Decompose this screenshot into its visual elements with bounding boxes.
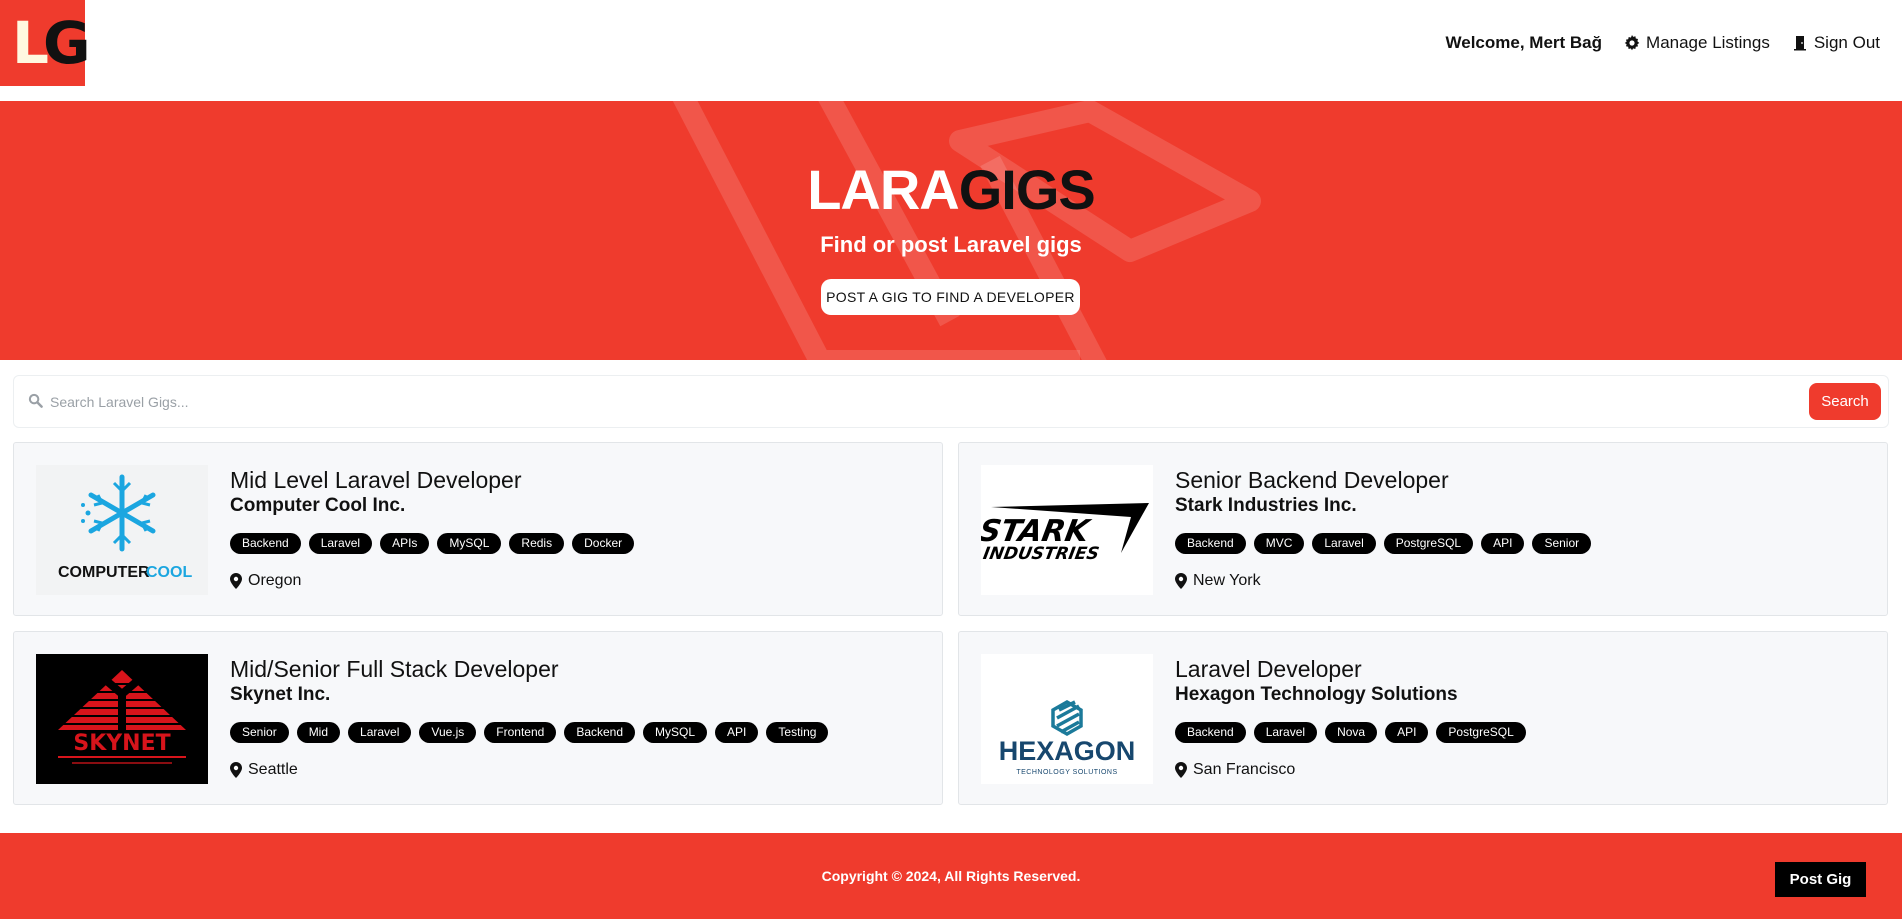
door-icon [1793, 36, 1806, 51]
sign-out-label: Sign Out [1813, 33, 1880, 52]
tag[interactable]: Senior [1532, 533, 1592, 554]
tag[interactable]: Docker [572, 533, 635, 554]
map-pin-icon [230, 762, 242, 778]
logo-text-tech-solutions: TECHNOLOGY SOLUTIONS [1016, 769, 1117, 776]
nav-links: Welcome, Mert Bağ Manage Listings Sign O… [1446, 33, 1880, 53]
tag[interactable]: Vue.js [419, 722, 477, 743]
tag[interactable]: APIs [380, 533, 430, 554]
tag[interactable]: PostgreSQL [1383, 533, 1474, 554]
logo-text: LG [12, 8, 91, 78]
manage-listings-link[interactable]: Manage Listings [1624, 33, 1770, 53]
logo-text-hexagon: HEXAGON [999, 736, 1136, 766]
location-text: Oregon [248, 572, 302, 589]
map-pin-icon [230, 573, 242, 589]
hexagon-logo-graphic: HEXAGON TECHNOLOGY SOLUTIONS [999, 699, 1136, 776]
laravel-watermark [672, 101, 1261, 360]
logo-text-industries: INDUSTRIES [982, 544, 1101, 564]
company-logo-skynet[interactable]: SKYNET [36, 654, 208, 784]
logo-text-cool: COOL [146, 564, 192, 581]
tag[interactable]: Laravel [348, 722, 412, 743]
welcome-text: Welcome, Mert Bağ [1445, 33, 1603, 52]
tag[interactable]: MySQL [437, 533, 502, 554]
tag[interactable]: API [1481, 533, 1525, 554]
tag[interactable]: Backend [564, 722, 636, 743]
tag[interactable]: Laravel [1312, 533, 1376, 554]
stark-logo-graphic: STARK INDUSTRIES [981, 503, 1149, 564]
map-pin-icon [1175, 573, 1187, 589]
logo-letter-l: L [12, 9, 49, 77]
snowflake-icon: COMPUTER COOL [58, 474, 192, 581]
listing-title-link[interactable]: Laravel Developer [1175, 656, 1362, 683]
footer: Copyright © 2024, All Rights Reserved. P… [0, 833, 1902, 919]
map-pin-icon [1175, 762, 1187, 778]
tag[interactable]: Laravel [308, 533, 373, 554]
tag[interactable]: Frontend [484, 722, 557, 743]
search-icon [28, 393, 43, 408]
hero-title-lara: LARA [807, 158, 960, 221]
post-gig-button[interactable]: Post Gig [1775, 862, 1866, 897]
listing-company: Hexagon Technology Solutions [1175, 684, 1458, 705]
company-logo-hexagon[interactable]: HEXAGON TECHNOLOGY SOLUTIONS [981, 654, 1153, 784]
listing-location: Oregon [230, 572, 301, 590]
logo-text-computer: COMPUTER [58, 564, 150, 581]
listing-company: Computer Cool Inc. [230, 495, 406, 516]
tag[interactable]: Senior [230, 722, 289, 743]
tag[interactable]: Redis [509, 533, 565, 554]
listing-tags: Backend Laravel Nova API PostgreSQL [1175, 722, 1526, 743]
listing-title-link[interactable]: Mid Level Laravel Developer [230, 467, 522, 494]
listing-location: Seattle [230, 761, 298, 779]
search-button[interactable]: Search [1809, 383, 1881, 420]
tag[interactable]: Nova [1325, 722, 1378, 743]
listing-title-link[interactable]: Mid/Senior Full Stack Developer [230, 656, 559, 683]
listing-card[interactable]: STARK INDUSTRIES Senior Backend Develope… [958, 442, 1888, 616]
hero-title-gigs: GIGS [958, 158, 1096, 221]
top-navbar: LG Welcome, Mert Bağ Manage Listings Sig… [0, 0, 1902, 101]
listing-card[interactable]: HEXAGON TECHNOLOGY SOLUTIONS Laravel Dev… [958, 631, 1888, 805]
hero-banner: LARAGIGS Find or post Laravel gigs POST … [0, 101, 1902, 360]
site-logo[interactable]: LG [0, 0, 91, 86]
tag[interactable]: MVC [1253, 533, 1305, 554]
listing-title-link[interactable]: Senior Backend Developer [1175, 467, 1449, 494]
company-logo-stark[interactable]: STARK INDUSTRIES [981, 465, 1153, 595]
logo-letter-g: G [42, 9, 91, 77]
listing-tags: Backend MVC Laravel PostgreSQL API Senio… [1175, 533, 1592, 554]
tag[interactable]: Backend [230, 533, 301, 554]
listing-company: Skynet Inc. [230, 684, 331, 705]
tag[interactable]: API [1385, 722, 1429, 743]
sign-out-link[interactable]: Sign Out [1792, 33, 1880, 53]
manage-listings-label: Manage Listings [1646, 33, 1770, 52]
location-text: Seattle [248, 761, 298, 778]
hero-title: LARAGIGS [0, 157, 1902, 222]
search-bar: Search [13, 375, 1889, 428]
tag[interactable]: Mid [296, 722, 341, 743]
hero-subtitle: Find or post Laravel gigs [820, 232, 1082, 257]
listing-company: Stark Industries Inc. [1175, 495, 1357, 516]
location-text: San Francisco [1193, 761, 1296, 778]
tag[interactable]: PostgreSQL [1436, 722, 1526, 743]
logo-text-skynet: SKYNET [73, 731, 170, 756]
listing-tags: Backend Laravel APIs MySQL Redis Docker [230, 533, 635, 554]
tag[interactable]: MySQL [643, 722, 708, 743]
listing-tags: Senior Mid Laravel Vue.js Frontend Backe… [230, 722, 829, 743]
listing-location: New York [1175, 572, 1261, 590]
listing-card[interactable]: SKYNET Mid/Senior Full Stack Developer S… [13, 631, 943, 805]
tag[interactable]: Testing [766, 722, 829, 743]
tag[interactable]: Backend [1175, 722, 1246, 743]
search-input[interactable] [50, 384, 1450, 420]
tag[interactable]: Backend [1175, 533, 1246, 554]
gear-icon [1624, 35, 1640, 51]
listing-location: San Francisco [1175, 761, 1295, 779]
company-logo-computer-cool[interactable]: COMPUTER COOL [36, 465, 208, 595]
location-text: New York [1193, 572, 1261, 589]
skynet-logo-graphic: SKYNET [58, 670, 186, 764]
copyright-text: Copyright © 2024, All Rights Reserved. [821, 868, 1081, 884]
post-gig-cta-button[interactable]: POST A GIG TO FIND A DEVELOPER [821, 279, 1080, 315]
tag[interactable]: API [715, 722, 759, 743]
listing-card[interactable]: COMPUTER COOL Mid Level Laravel Develope… [13, 442, 943, 616]
tag[interactable]: Laravel [1253, 722, 1318, 743]
